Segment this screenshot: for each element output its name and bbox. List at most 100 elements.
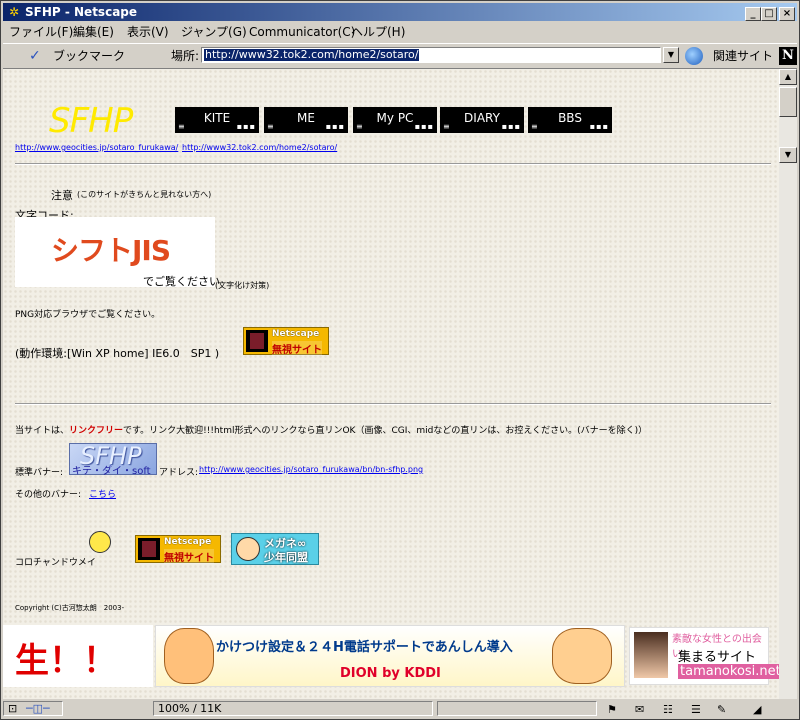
banner-label: 標準バナー: (15, 468, 64, 478)
ad-dion[interactable]: かけつけ設定＆２４H電話サポートであんしん導入 DION by KDDI (155, 625, 625, 687)
connection-icon: ─◫─ (26, 702, 50, 715)
url-dropdown-button[interactable]: ▼ (663, 47, 679, 63)
badge-bottom-text: 無視サイト (272, 341, 322, 356)
netscape-badge-2[interactable]: Netscape 無視サイト (135, 535, 221, 564)
composer-icon[interactable]: ✎ (717, 701, 726, 719)
megane-banner[interactable]: メガネ∞ 少年同盟 (231, 533, 319, 565)
bookmark-icon[interactable]: ✓ (29, 48, 49, 64)
minimize-button[interactable]: _ (745, 7, 761, 21)
divider (15, 403, 771, 405)
netscape-badge[interactable]: Netscape 無視サイト (243, 327, 329, 356)
ad-right-line2: 集まるサイト (678, 650, 757, 665)
newsgroup-icon[interactable]: ☷ (663, 701, 673, 719)
menu-view[interactable]: 表示(V) (127, 22, 169, 42)
status-message-cell (437, 701, 597, 716)
vertical-scrollbar[interactable]: ▲ ▼ (779, 69, 797, 699)
nav-label: KITE (203, 111, 231, 125)
badge-top-text: Netscape (272, 329, 320, 339)
charset-value: シフトJIS (51, 234, 171, 267)
url-text[interactable]: http://www32.tok2.com/home2/sotaro/ (204, 49, 420, 61)
title-bar: ✲ SFHP - Netscape _ □ × (3, 3, 797, 21)
address-book-icon[interactable]: ☰ (691, 701, 701, 719)
maximize-button[interactable]: □ (761, 7, 777, 21)
progress-cell: 100% / 11K (153, 701, 433, 716)
nav-button-mypc[interactable]: My PC ≡ ▪▪▪ (353, 107, 437, 133)
netscape-logo-icon[interactable]: N (779, 47, 797, 65)
nav-bars-icon: ≡ (267, 122, 274, 131)
geocities-link[interactable]: http://www.geocities.jp/sotaro_furukawa/ (15, 143, 178, 152)
link-policy: 当サイトは、リンクフリーです。リンク大歓迎!!!html形式へのリンクなら直リン… (15, 423, 647, 436)
ad-right-line3: tamanokosi.net (678, 664, 779, 679)
nav-dots-icon: ▪▪▪ (325, 122, 345, 131)
other-banners-label: その他のバナー: (15, 490, 82, 500)
close-button[interactable]: × (779, 7, 795, 21)
nav-label: ME (297, 111, 315, 125)
ad-left-text: 生！！ (15, 641, 117, 681)
ad-woman-phone-icon (552, 628, 612, 684)
sfhp-banner[interactable]: SFHP キテ・ダイ・soft (69, 442, 157, 477)
ad-banner-bar: 生！！ かけつけ設定＆２４H電話サポートであんしん導入 DION by KDDI… (3, 625, 779, 687)
nav-label: DIARY (464, 111, 500, 125)
nav-bars-icon: ≡ (178, 122, 185, 131)
ad-tamanokosi[interactable]: 素敵な女性との出会い 集まるサイト tamanokosi.net (629, 627, 779, 685)
related-sites-icon[interactable] (685, 47, 703, 65)
nav-bars-icon: ≡ (356, 122, 363, 131)
nav-dots-icon: ▪▪▪ (501, 122, 521, 131)
url-field[interactable]: http://www32.tok2.com/home2/sotaro/ (201, 47, 661, 63)
tok2-link[interactable]: http://www32.tok2.com/home2/sotaro/ (182, 143, 337, 152)
menu-jump[interactable]: ジャンプ(G) (181, 22, 247, 42)
netscape-n-icon (138, 538, 160, 560)
banner-address-label: アドレス: (159, 468, 199, 478)
mascot-label: コロチャンドウメイ (15, 558, 96, 568)
nav-button-bbs[interactable]: BBS ≡ ▪▪▪ (528, 107, 612, 133)
site-logo: SFHP (49, 101, 133, 141)
netscape-app-icon: ✲ (8, 5, 20, 19)
security-cell[interactable]: ⊡ ─◫─ (3, 701, 63, 716)
charset-note: (文字化け対策) (215, 281, 270, 290)
nav-bars-icon: ≡ (443, 122, 450, 131)
link-free-emphasis: リンクフリー (69, 426, 124, 436)
banner-subtitle: キテ・ダイ・soft (72, 466, 151, 477)
nav-dots-icon: ▪▪▪ (589, 122, 609, 131)
ad-man-phone-icon (164, 628, 214, 684)
menu-edit[interactable]: 編集(E) (73, 22, 114, 42)
scroll-thumb[interactable] (779, 87, 797, 117)
banner-url-link[interactable]: http://www.geocities.jp/sotaro_furukawa/… (199, 465, 423, 474)
mascot-face-icon (89, 531, 111, 553)
menu-communicator[interactable]: Communicator(C) (249, 22, 355, 42)
menu-file[interactable]: ファイル(F) (9, 22, 73, 42)
resize-grip-icon[interactable]: ◢ (753, 701, 761, 719)
nav-label: My PC (376, 111, 414, 125)
netscape-window: ✲ SFHP - Netscape _ □ × ファイル(F) 編集(E) 表示… (0, 0, 800, 720)
lock-icon: ⊡ (8, 702, 18, 715)
page-content: SFHP KITE ≡ ▪▪▪ ME ≡ ▪▪▪ My PC ≡ ▪▪▪ DIA… (3, 69, 779, 699)
png-note: PNG対応ブラウザでご覧ください。 (15, 310, 161, 320)
nav-button-diary[interactable]: DIARY ≡ ▪▪▪ (440, 107, 524, 133)
mail-icon[interactable]: ✉ (635, 701, 644, 719)
scroll-down-button[interactable]: ▼ (779, 147, 797, 163)
related-sites-button[interactable]: 関連サイト (713, 48, 773, 64)
bookmarks-button[interactable]: ブックマーク (53, 48, 125, 64)
charset-view-text: でご覧ください (143, 275, 220, 288)
link-policy-post: です。リンク大歓迎!!!html形式へのリンクなら直リンOK（画像、CGI、mi… (123, 426, 648, 436)
link-policy-pre: 当サイトは、 (15, 426, 70, 436)
nav-button-kite[interactable]: KITE ≡ ▪▪▪ (175, 107, 259, 133)
navigator-icon[interactable]: ⚑ (607, 701, 617, 719)
status-bar: ⊡ ─◫─ 100% / 11K ⚑ ✉ ☷ ☰ ✎ ◢ (3, 700, 797, 718)
nav-label: BBS (558, 111, 582, 125)
ad-dion-line1: かけつけ設定＆２４H電話サポートであんしん導入 (216, 640, 513, 655)
scroll-up-button[interactable]: ▲ (779, 69, 797, 85)
other-banners-link[interactable]: こちら (89, 487, 116, 500)
glasses-boy-icon (236, 537, 260, 561)
ad-left[interactable]: 生！！ (3, 625, 153, 687)
nav-dots-icon: ▪▪▪ (236, 122, 256, 131)
menu-help[interactable]: ヘルプ(H) (351, 22, 405, 42)
nav-button-me[interactable]: ME ≡ ▪▪▪ (264, 107, 348, 133)
nav-bars-icon: ≡ (531, 122, 538, 131)
ad-dion-line2: DION by KDDI (340, 666, 441, 681)
progress-text: 100% / 11K (158, 702, 222, 715)
menu-bar: ファイル(F) 編集(E) 表示(V) ジャンプ(G) Communicator… (3, 22, 797, 42)
environment-text: (動作環境:[Win XP home] IE6.0 SP1 ) (15, 347, 220, 360)
badge-top-text: Netscape (164, 537, 212, 547)
badge-bottom-text: 無視サイト (164, 549, 214, 564)
